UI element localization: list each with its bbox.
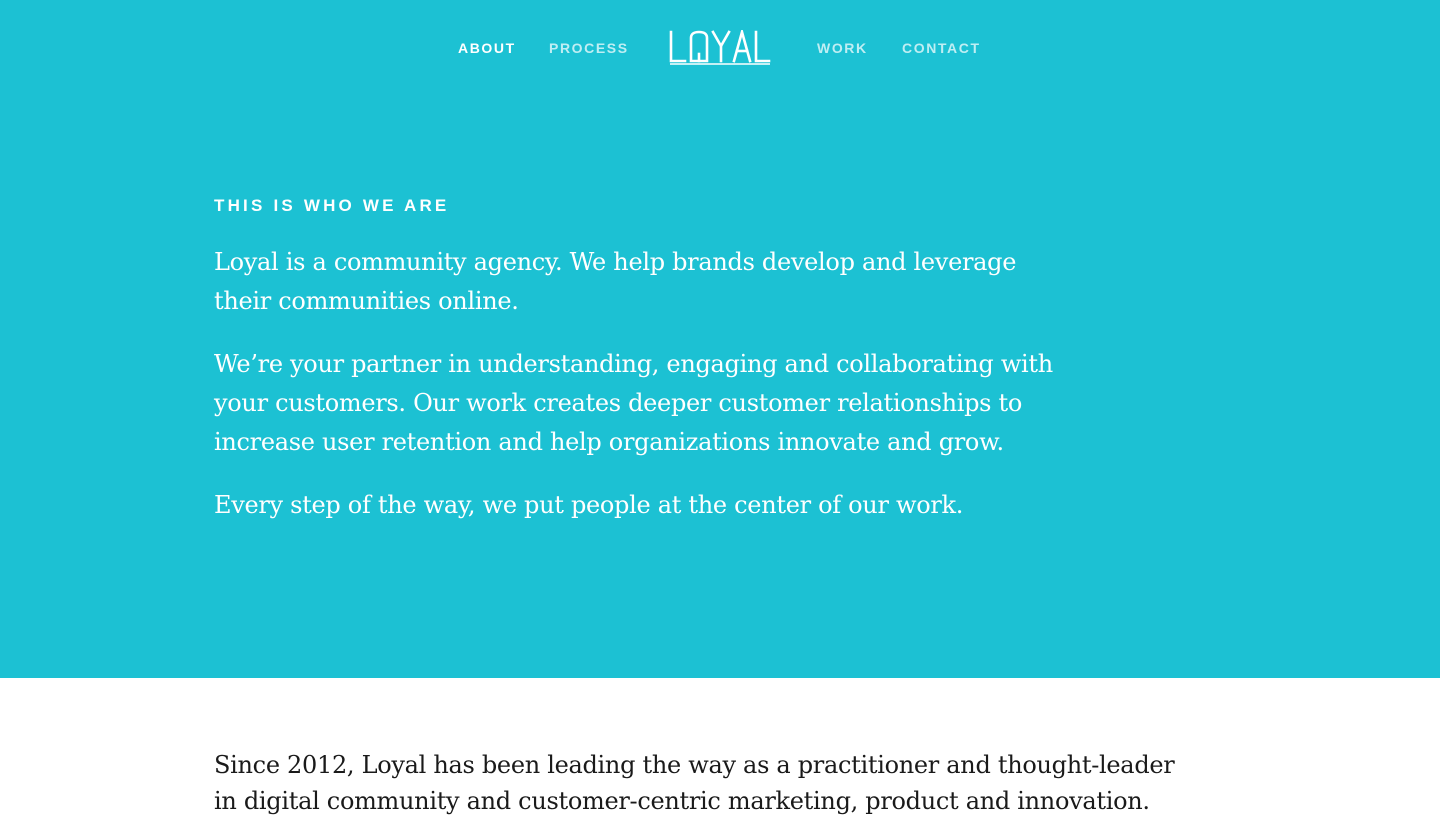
hero-paragraph-partner: We’re your partner in understanding, eng…	[214, 350, 1053, 456]
hero-paragraph-people: Every step of the way, we put people at …	[214, 491, 964, 519]
loyal-logo-mark	[669, 30, 771, 65]
hero-section: ABOUT PROCESS WORK CONTACT THIS IS WHO W…	[0, 0, 1440, 678]
hero-paragraph-intro: Loyal is a community agency. We help bra…	[214, 248, 1017, 315]
history-section: Since 2012, Loyal has been leading the w…	[214, 747, 1194, 819]
logo-label: LOYAL	[668, 66, 669, 67]
nav-link-process[interactable]: PROCESS	[549, 40, 629, 56]
loyal-logo[interactable]: LOYAL	[668, 30, 772, 66]
section-eyebrow: THIS IS WHO WE ARE	[214, 196, 450, 215]
main-navigation: ABOUT PROCESS WORK CONTACT	[0, 0, 1440, 96]
hero-copy: Loyal is a community agency. We help bra…	[214, 243, 1074, 549]
nav-link-work[interactable]: WORK	[817, 40, 868, 56]
history-paragraph: Since 2012, Loyal has been leading the w…	[214, 751, 1175, 815]
nav-link-about[interactable]: ABOUT	[458, 40, 516, 56]
nav-link-contact[interactable]: CONTACT	[902, 40, 981, 56]
